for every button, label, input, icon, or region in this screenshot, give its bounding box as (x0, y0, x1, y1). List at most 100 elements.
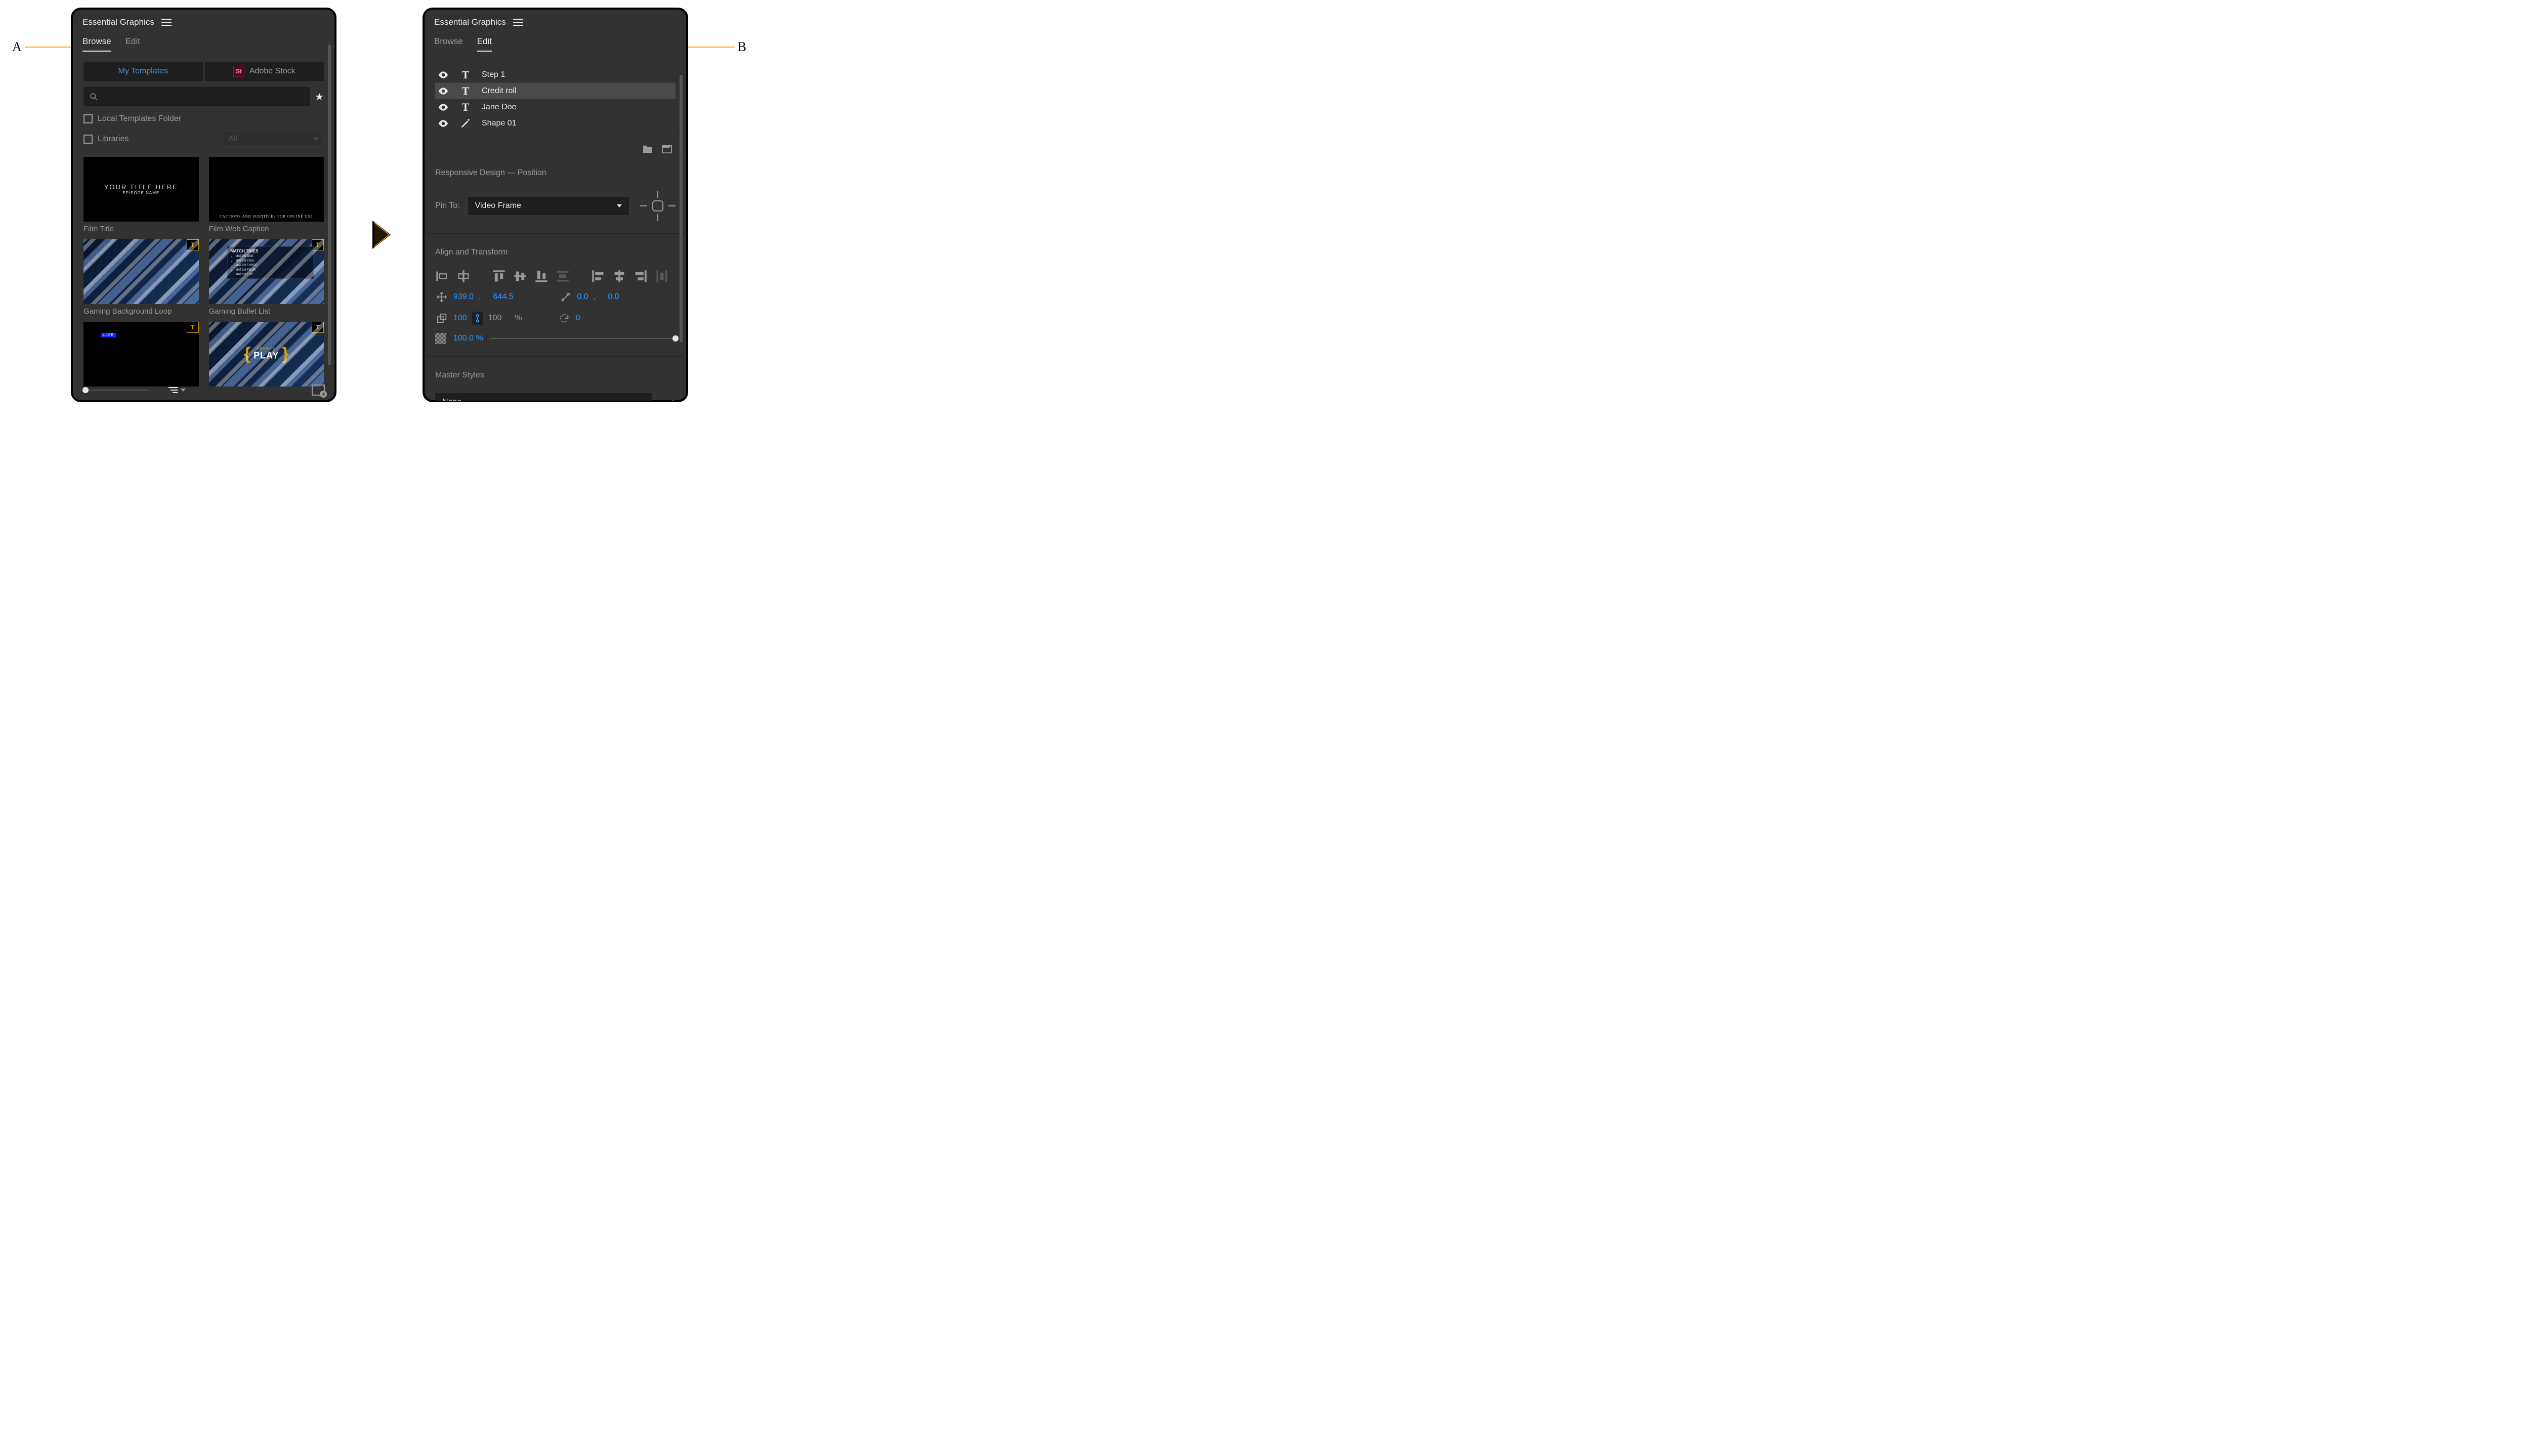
template-item[interactable]: T Gaming Background Loop (83, 239, 199, 316)
template-thumbnail: CAPTIONS AND SUBTITLES FOR ONLINE USE (209, 157, 324, 222)
visibility-toggle-icon[interactable] (437, 71, 449, 78)
visibility-toggle-icon[interactable] (437, 104, 449, 111)
layer-name: Jane Doe (482, 103, 517, 112)
position-y[interactable]: 644.5 (493, 292, 514, 302)
mogrt-badge-icon: T (312, 239, 324, 250)
new-layer-icon[interactable] (661, 145, 672, 154)
template-item[interactable]: T LIVE (83, 322, 199, 387)
mogrt-badge-icon: T (312, 322, 324, 333)
template-item[interactable]: T MATCH TIMES MATCH ONE MATCH TWO MATCH … (209, 239, 324, 316)
visibility-toggle-icon[interactable] (437, 88, 449, 95)
shape-layer-icon (458, 118, 473, 129)
callout-a: A (12, 39, 78, 55)
essential-graphics-panel-browse: Essential Graphics Browse Edit My Templa… (71, 8, 336, 402)
layer-name: Shape 01 (482, 119, 517, 128)
tab-edit[interactable]: Edit (125, 36, 140, 52)
align-right-edge-icon[interactable] (634, 270, 648, 282)
anchor-point-icon (559, 290, 572, 304)
label-local-templates: Local Templates Folder (98, 114, 181, 123)
panel-menu-icon[interactable] (161, 19, 172, 26)
text-layer-icon: T (458, 84, 473, 98)
scale-width[interactable]: 100 (453, 314, 467, 323)
layer-row[interactable]: T Jane Doe (435, 99, 676, 115)
adobe-stock-icon: St (233, 66, 244, 77)
pin-to-label: Pin To: (435, 201, 460, 210)
distribute-h-icon[interactable] (655, 270, 669, 282)
template-item[interactable]: YOUR TITLE HEREEPISODE NAME Film Title (83, 157, 199, 233)
chevron-down-icon (313, 138, 318, 141)
template-name: Gaming Background Loop (83, 307, 199, 316)
template-thumbnail: T MATCH TIMES MATCH ONE MATCH TWO MATCH … (209, 239, 324, 304)
sort-icon (168, 387, 178, 393)
source-my-templates[interactable]: My Templates (83, 62, 203, 81)
visibility-toggle-icon[interactable] (437, 120, 449, 127)
section-master-styles: Master Styles (435, 371, 676, 386)
checkbox-libraries[interactable] (83, 135, 93, 144)
panel-title: Essential Graphics (434, 17, 506, 27)
anchor-y[interactable]: 0.0 (608, 292, 619, 302)
opacity-value[interactable]: 100.0 % (453, 334, 483, 343)
layer-row[interactable]: T Credit roll (435, 83, 676, 99)
scrollbar[interactable] (327, 45, 332, 365)
align-top-icon[interactable] (492, 270, 506, 282)
chevron-down-icon (181, 389, 186, 392)
layer-name: Step 1 (482, 70, 505, 79)
align-bottom-icon[interactable] (534, 270, 549, 282)
search-input[interactable] (83, 87, 310, 106)
panel-title: Essential Graphics (82, 17, 154, 27)
pin-edges-widget[interactable] (640, 191, 676, 221)
scale-icon (435, 312, 448, 325)
pin-to-dropdown[interactable]: Video Frame (468, 197, 629, 215)
align-left-edge-icon[interactable] (591, 270, 605, 282)
template-thumbnail: T LIVE (83, 322, 199, 387)
slider-handle-icon (82, 387, 89, 393)
position-x[interactable]: 939.0 (453, 292, 474, 302)
thumbnail-size-slider[interactable] (82, 387, 148, 393)
template-item[interactable]: CAPTIONS AND SUBTITLES FOR ONLINE USE Fi… (209, 157, 324, 233)
distribute-v-icon[interactable] (556, 270, 570, 282)
align-center-edge-icon[interactable] (612, 270, 626, 282)
checkbox-local-templates[interactable] (83, 114, 93, 123)
template-thumbnail: T { LEAGUEPLAY } (209, 322, 324, 387)
anchor-x[interactable]: 0.0 (577, 292, 588, 302)
push-style-down-icon[interactable]: ↓ (658, 396, 664, 402)
text-layer-icon: T (458, 68, 473, 81)
panel-menu-icon[interactable] (513, 19, 523, 26)
layer-row[interactable]: Shape 01 (435, 115, 676, 132)
template-item[interactable]: T { LEAGUEPLAY } (209, 322, 324, 387)
libraries-dropdown[interactable]: All (223, 132, 324, 147)
link-scale-toggle[interactable] (472, 312, 483, 325)
new-group-icon[interactable] (642, 145, 653, 154)
chevron-down-icon (617, 204, 622, 207)
align-buttons-row (435, 270, 676, 282)
scale-height: 100 (488, 314, 502, 323)
scrollbar[interactable] (679, 45, 684, 365)
align-left-icon[interactable] (435, 270, 449, 282)
template-name: Film Title (83, 225, 199, 233)
source-adobe-stock[interactable]: St Adobe Stock (205, 62, 324, 81)
tab-edit[interactable]: Edit (477, 36, 492, 52)
master-style-dropdown[interactable]: None (435, 393, 652, 402)
layer-name: Credit roll (482, 87, 516, 96)
align-middle-v-icon[interactable] (513, 270, 527, 282)
section-align-transform: Align and Transform (435, 248, 676, 263)
callout-a-label: A (12, 39, 22, 55)
layer-row[interactable]: T Step 1 (435, 67, 676, 83)
rotation-value[interactable]: 0 (576, 314, 580, 323)
mogrt-badge-icon: T (187, 322, 199, 333)
tab-browse[interactable]: Browse (82, 36, 111, 52)
template-name: Film Web Caption (209, 225, 324, 233)
align-center-h-icon[interactable] (456, 270, 471, 282)
sort-button[interactable] (168, 387, 186, 393)
new-item-button[interactable] (312, 384, 325, 396)
section-responsive-design: Responsive Design — Position (435, 168, 676, 184)
slider-handle-icon (672, 335, 679, 341)
essential-graphics-panel-edit: Essential Graphics Browse Edit T Step 1 … (423, 8, 688, 402)
label-libraries: Libraries (98, 135, 129, 144)
text-layer-icon: T (458, 101, 473, 114)
favorites-filter-icon[interactable]: ★ (315, 91, 324, 103)
pull-style-up-icon[interactable]: ↑ (670, 396, 676, 402)
template-thumbnail: T (83, 239, 199, 304)
opacity-slider[interactable] (490, 338, 676, 339)
tab-browse[interactable]: Browse (434, 36, 463, 52)
